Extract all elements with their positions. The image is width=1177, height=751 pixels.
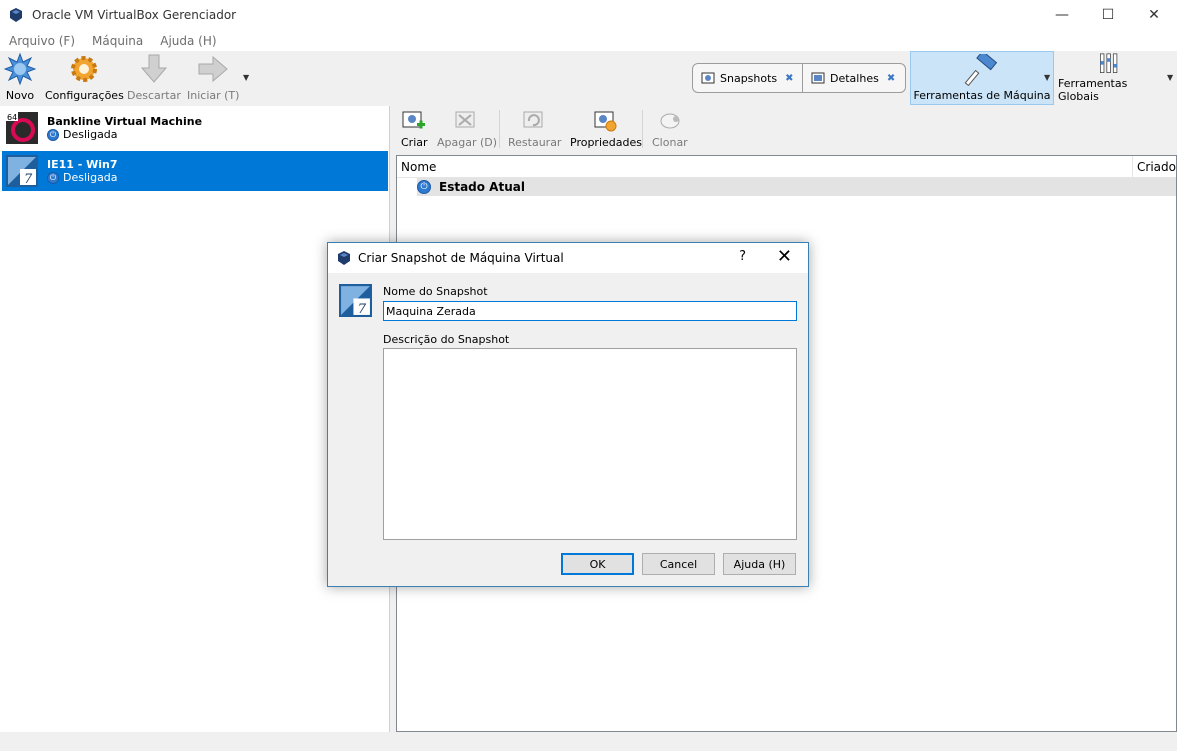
virtualbox-logo-icon bbox=[338, 251, 350, 265]
ferramentas-maquina-dropdown-icon[interactable]: ▼ bbox=[1044, 73, 1050, 82]
arch-badge: 64 bbox=[7, 113, 17, 122]
details-icon bbox=[811, 72, 825, 84]
ok-button[interactable]: OK bbox=[561, 553, 634, 575]
vm-item-bankline[interactable]: 64 Bankline Virtual Machine ⏻ Desligada bbox=[2, 108, 388, 148]
properties-icon bbox=[594, 111, 617, 132]
power-off-icon: ⏻ bbox=[47, 171, 59, 184]
restaurar-label: Restaurar bbox=[508, 136, 562, 149]
snapshot-description-textarea[interactable] bbox=[383, 348, 797, 540]
close-button[interactable]: ✕ bbox=[1131, 0, 1177, 30]
window-controls: — ☐ ✕ bbox=[1039, 0, 1177, 30]
novo-button[interactable]: Novo bbox=[4, 53, 36, 102]
os-version-badge: 7 bbox=[24, 172, 33, 187]
discard-arrow-down-icon bbox=[140, 54, 168, 83]
restaurar-button[interactable]: Restaurar bbox=[508, 111, 561, 149]
menu-maquina[interactable]: Máquina bbox=[92, 34, 143, 48]
main-toolbar: Novo Configurações Descartar Iniciar (T)… bbox=[0, 51, 1177, 106]
create-snapshot-icon bbox=[402, 111, 426, 129]
ferramentas-globais-label: Ferramentas Globais bbox=[1058, 77, 1128, 103]
window-title: Oracle VM VirtualBox Gerenciador bbox=[32, 8, 237, 22]
settings-gear-icon bbox=[71, 56, 98, 82]
cancel-button[interactable]: Cancel bbox=[642, 553, 715, 575]
restore-snapshot-icon bbox=[523, 111, 543, 128]
descartar-button[interactable]: Descartar bbox=[127, 53, 181, 102]
dialog-title: Criar Snapshot de Máquina Virtual bbox=[358, 251, 564, 265]
hammer-icon bbox=[964, 54, 998, 86]
snapshot-name-label: Nome do Snapshot bbox=[383, 285, 488, 298]
descartar-label: Descartar bbox=[127, 89, 181, 102]
detalhes-tab[interactable]: Detalhes ✖ bbox=[803, 63, 906, 93]
ferramentas-globais-dropdown-icon[interactable]: ▼ bbox=[1167, 73, 1173, 82]
apagar-button[interactable]: Apagar (D) bbox=[437, 111, 497, 149]
minimize-button[interactable]: — bbox=[1039, 0, 1085, 30]
menu-ajuda[interactable]: Ajuda (H) bbox=[160, 34, 216, 48]
help-button[interactable]: Ajuda (H) bbox=[723, 553, 796, 575]
tree-header: Nome Criado bbox=[397, 155, 1176, 178]
create-snapshot-dialog: Criar Snapshot de Máquina Virtual ? ✕ 7 … bbox=[327, 242, 809, 587]
windows7-icon: 7 bbox=[6, 155, 38, 187]
power-off-icon: ⏻ bbox=[417, 180, 431, 194]
title-bar: Oracle VM VirtualBox Gerenciador — ☐ ✕ bbox=[0, 0, 1177, 30]
separator bbox=[499, 110, 500, 148]
pin-icon[interactable]: ✖ bbox=[887, 73, 895, 84]
iniciar-button[interactable]: Iniciar (T) bbox=[187, 53, 239, 102]
vm-name: Bankline Virtual Machine bbox=[47, 115, 203, 128]
vm-state-label: Desligada bbox=[63, 171, 118, 184]
ferramentas-maquina-label: Ferramentas de Máquina bbox=[913, 89, 1051, 102]
snapshot-description-label: Descrição do Snapshot bbox=[383, 333, 510, 346]
vm-state: ⏻ Desligada bbox=[47, 171, 118, 184]
apagar-label: Apagar (D) bbox=[437, 136, 498, 149]
column-criado[interactable]: Criado bbox=[1132, 155, 1176, 178]
maximize-button[interactable]: ☐ bbox=[1085, 0, 1131, 30]
vm-name: IE11 - Win7 bbox=[47, 158, 118, 171]
pin-icon[interactable]: ✖ bbox=[785, 73, 793, 84]
vm-state-label: Desligada bbox=[63, 128, 118, 141]
current-state-label: Estado Atual bbox=[439, 180, 525, 194]
snapshot-camera-icon bbox=[701, 72, 715, 84]
start-arrow-right-icon bbox=[198, 55, 228, 83]
os-version-badge: 7 bbox=[358, 302, 367, 317]
status-bar bbox=[0, 732, 1177, 751]
clonar-label: Clonar bbox=[652, 136, 688, 149]
power-off-icon: ⏻ bbox=[47, 128, 59, 141]
propriedades-label: Propriedades bbox=[570, 136, 642, 149]
snapshot-name-input[interactable] bbox=[383, 301, 797, 321]
snapshots-tab[interactable]: Snapshots ✖ bbox=[692, 63, 803, 93]
menu-bar: Arquivo (F) Máquina Ajuda (H) bbox=[0, 30, 1177, 51]
novo-label: Novo bbox=[5, 89, 35, 102]
iniciar-label: Iniciar (T) bbox=[187, 89, 240, 102]
criar-button[interactable]: Criar bbox=[401, 111, 428, 149]
snapshots-tab-label: Snapshots bbox=[720, 71, 778, 85]
configuracoes-label: Configurações bbox=[45, 89, 124, 102]
new-starburst-icon bbox=[4, 53, 36, 85]
vm-item-ie11[interactable]: 7 IE11 - Win7 ⏻ Desligada bbox=[2, 151, 388, 191]
criar-label: Criar bbox=[401, 136, 428, 149]
iniciar-dropdown-icon[interactable]: ▼ bbox=[243, 73, 249, 82]
virtualbox-logo-icon bbox=[10, 8, 22, 22]
column-nome[interactable]: Nome bbox=[397, 160, 436, 174]
ferramentas-maquina-button[interactable]: Ferramentas de Máquina bbox=[910, 51, 1054, 105]
dialog-help-icon[interactable]: ? bbox=[739, 249, 746, 264]
configuracoes-button[interactable]: Configurações bbox=[45, 53, 124, 102]
current-state-row[interactable]: ⏻ Estado Atual bbox=[417, 178, 1176, 196]
detalhes-tab-label: Detalhes bbox=[830, 71, 879, 85]
dialog-close-button[interactable]: ✕ bbox=[777, 246, 792, 267]
snapshot-toolbar: Criar Apagar (D) Restaurar Propriedades bbox=[396, 106, 1177, 152]
global-tools-icon bbox=[1100, 53, 1118, 73]
menu-arquivo[interactable]: Arquivo (F) bbox=[9, 34, 75, 48]
clonar-button[interactable]: Clonar bbox=[652, 111, 688, 149]
propriedades-button[interactable]: Propriedades bbox=[570, 111, 642, 149]
dialog-title-bar: Criar Snapshot de Máquina Virtual ? ✕ bbox=[328, 243, 808, 273]
delete-snapshot-icon bbox=[455, 111, 475, 128]
debian-64-icon: 64 bbox=[6, 112, 38, 144]
separator bbox=[642, 110, 643, 148]
clone-sheep-icon bbox=[660, 113, 680, 129]
vm-state: ⏻ Desligada bbox=[47, 128, 202, 141]
ferramentas-globais-button[interactable]: Ferramentas Globais bbox=[1058, 51, 1160, 105]
windows7-icon: 7 bbox=[339, 284, 372, 317]
